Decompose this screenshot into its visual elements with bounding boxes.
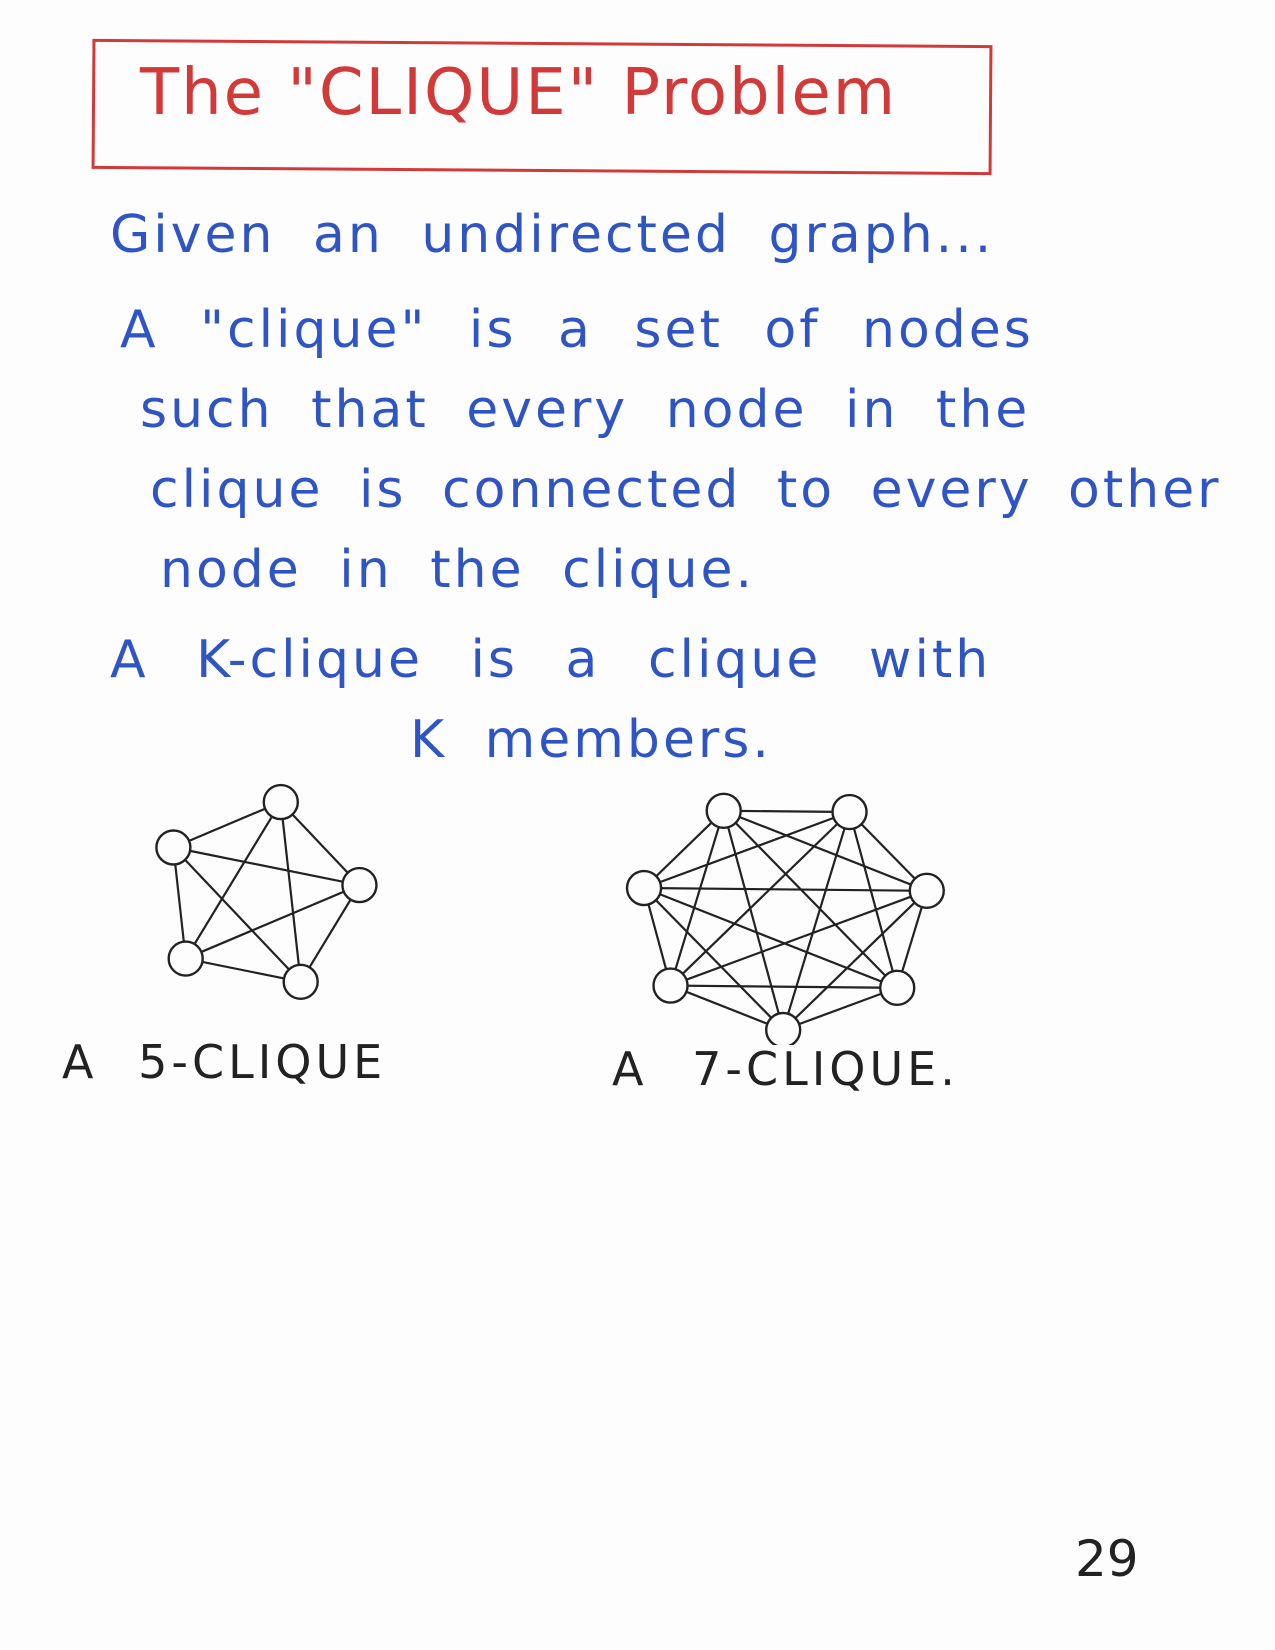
edge-3-4 bbox=[782, 986, 898, 1032]
edge-0-2 bbox=[279, 801, 302, 982]
text-line-7: K members. bbox=[410, 710, 772, 770]
graph-node-2 bbox=[908, 872, 945, 910]
edge-0-4 bbox=[722, 810, 785, 1031]
edge-1-4 bbox=[173, 846, 360, 887]
graph-node-5 bbox=[652, 967, 689, 1004]
edge-0-3 bbox=[722, 810, 899, 989]
edge-1-6 bbox=[643, 810, 850, 890]
graph-node-2 bbox=[282, 963, 319, 1000]
text-line-2: A "clique" is a set of nodes bbox=[120, 300, 1034, 360]
text-line-6: A K-clique is a clique with bbox=[110, 630, 992, 690]
edge-1-3 bbox=[848, 811, 899, 989]
text-line-3: such that every node in the bbox=[140, 380, 1031, 440]
edge-0-3 bbox=[184, 801, 282, 960]
handwritten-page: The "CLIQUE" Problem Given an undirected… bbox=[0, 0, 1275, 1650]
graph-node-6 bbox=[625, 869, 663, 907]
five-clique-diagram bbox=[155, 783, 378, 1000]
seven-clique-caption: A 7-CLIQUE. bbox=[612, 1042, 959, 1096]
edge-1-3 bbox=[185, 884, 360, 960]
text-line-1: Given an undirected graph... bbox=[110, 205, 995, 265]
edge-0-1 bbox=[723, 809, 850, 814]
edge-2-6 bbox=[644, 886, 927, 892]
graph-node-1 bbox=[341, 866, 378, 904]
edge-3-5 bbox=[670, 984, 898, 989]
text-line-5: node in the clique. bbox=[160, 540, 756, 600]
edge-4-6 bbox=[643, 887, 784, 1031]
page-number: 29 bbox=[1075, 1530, 1139, 1588]
page-title: The "CLIQUE" Problem bbox=[140, 56, 898, 130]
five-clique-caption: A 5-CLIQUE bbox=[62, 1035, 387, 1089]
graph-node-3 bbox=[879, 969, 916, 1007]
graph-node-0 bbox=[705, 792, 742, 829]
graph-node-4 bbox=[155, 829, 192, 866]
graph-node-4 bbox=[764, 1011, 802, 1045]
graph-node-1 bbox=[831, 793, 868, 831]
edge-0-2 bbox=[723, 809, 928, 892]
graph-node-3 bbox=[167, 940, 204, 977]
edge-2-5 bbox=[670, 889, 928, 987]
seven-clique-diagram bbox=[625, 792, 945, 1045]
graph-node-0 bbox=[262, 783, 299, 821]
text-line-4: clique is connected to every other bbox=[150, 460, 1222, 520]
